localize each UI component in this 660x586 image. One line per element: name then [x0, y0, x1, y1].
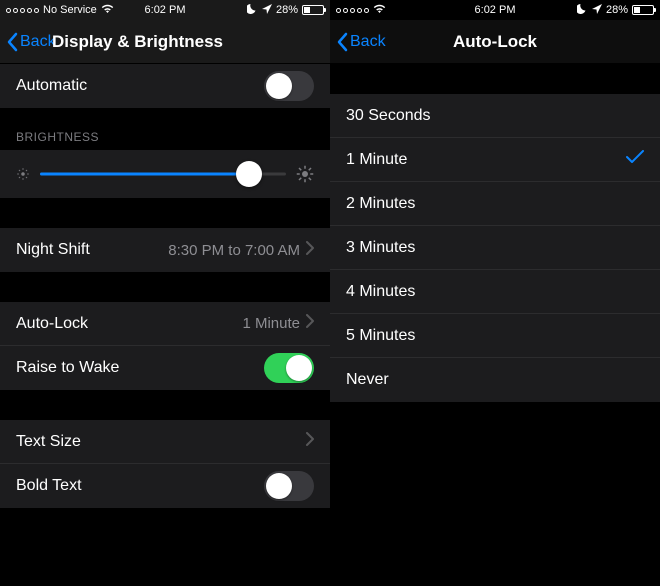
option-row[interactable]: Never [330, 358, 660, 402]
chevron-left-icon [336, 32, 348, 52]
battery-icon [632, 5, 654, 15]
row-label: Raise to Wake [16, 359, 264, 377]
row-bold-text[interactable]: Bold Text [0, 464, 330, 508]
group-night-shift: Night Shift 8:30 PM to 7:00 AM [0, 228, 330, 272]
row-value: 1 Minute [242, 315, 300, 332]
row-automatic[interactable]: Automatic [0, 64, 330, 108]
row-value: 8:30 PM to 7:00 AM [168, 242, 300, 259]
option-label: 2 Minutes [346, 195, 644, 213]
row-text-size[interactable]: Text Size [0, 420, 330, 464]
status-bar: 6:02 PM 28% [330, 0, 660, 20]
option-label: 5 Minutes [346, 327, 644, 345]
spacer [0, 272, 330, 302]
nav-back-label: Back [350, 33, 386, 51]
group-header-brightness: BRIGHTNESS [0, 108, 330, 150]
status-bar: No Service 6:02 PM 28% [0, 0, 330, 20]
chevron-right-icon [306, 314, 314, 333]
brightness-fill [40, 173, 249, 176]
row-label: Automatic [16, 77, 264, 95]
status-time: 6:02 PM [330, 4, 660, 16]
group-text: Text Size Bold Text [0, 420, 330, 508]
toggle-automatic[interactable] [264, 71, 314, 101]
option-row[interactable]: 3 Minutes [330, 226, 660, 270]
toggle-raise-to-wake[interactable] [264, 353, 314, 383]
option-row[interactable]: 5 Minutes [330, 314, 660, 358]
option-row[interactable]: 30 Seconds [330, 94, 660, 138]
option-label: 30 Seconds [346, 107, 644, 125]
nav-bar: Back Display & Brightness [0, 20, 330, 64]
group-appearance: Automatic [0, 64, 330, 108]
nav-back-button[interactable]: Back [330, 32, 386, 52]
spacer [330, 64, 660, 94]
chevron-right-icon [306, 432, 314, 451]
option-row[interactable]: 2 Minutes [330, 182, 660, 226]
option-row[interactable]: 1 Minute [330, 138, 660, 182]
chevron-left-icon [6, 32, 18, 52]
chevron-right-icon [306, 241, 314, 260]
status-time: 6:02 PM [0, 4, 330, 16]
row-night-shift[interactable]: Night Shift 8:30 PM to 7:00 AM [0, 228, 330, 272]
group-lock: Auto-Lock 1 Minute Raise to Wake [0, 302, 330, 390]
row-auto-lock[interactable]: Auto-Lock 1 Minute [0, 302, 330, 346]
screen-display-brightness: No Service 6:02 PM 28% Back Display & Br… [0, 0, 330, 586]
option-label: 4 Minutes [346, 283, 644, 301]
row-label: Night Shift [16, 241, 168, 259]
brightness-slider[interactable] [40, 160, 286, 188]
spacer [0, 198, 330, 228]
spacer [0, 390, 330, 420]
option-label: 3 Minutes [346, 239, 644, 257]
nav-back-label: Back [20, 33, 56, 51]
brightness-thumb[interactable] [236, 161, 262, 187]
group-auto-lock-options: 30 Seconds 1 Minute 2 Minutes 3 Minutes 4 Mi… [330, 94, 660, 402]
row-raise-to-wake[interactable]: Raise to Wake [0, 346, 330, 390]
nav-title: Display & Brightness [52, 32, 223, 52]
sun-small-icon [16, 167, 30, 181]
option-label: Never [346, 371, 644, 389]
nav-bar: Back Auto-Lock [330, 20, 660, 64]
nav-back-button[interactable]: Back [0, 32, 56, 52]
row-label: Text Size [16, 433, 306, 451]
screen-auto-lock: 6:02 PM 28% Back Auto-Lock 30 Seconds 1 M… [330, 0, 660, 586]
battery-icon [302, 5, 324, 15]
row-label: Bold Text [16, 477, 264, 495]
checkmark-icon [626, 150, 644, 169]
row-brightness-slider[interactable] [0, 150, 330, 198]
row-label: Auto-Lock [16, 315, 242, 333]
sun-large-icon [296, 165, 314, 183]
toggle-bold-text[interactable] [264, 471, 314, 501]
option-label: 1 Minute [346, 151, 626, 169]
option-row[interactable]: 4 Minutes [330, 270, 660, 314]
